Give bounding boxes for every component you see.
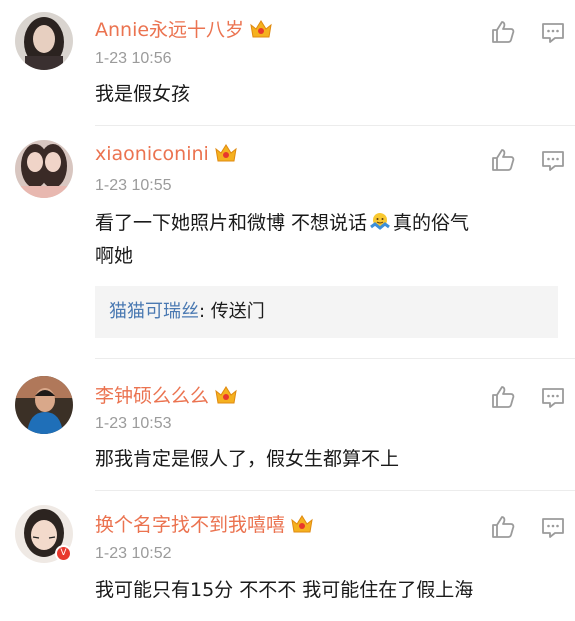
user-avatar[interactable] <box>15 12 73 70</box>
like-icon[interactable] <box>490 514 516 540</box>
reply-text: : 传送门 <box>199 301 265 322</box>
verified-badge-icon: V <box>55 545 72 562</box>
username[interactable]: 换个名字找不到我嘻嘻 <box>95 510 314 537</box>
crown-badge-icon <box>215 144 237 162</box>
comment-icon[interactable] <box>541 149 565 173</box>
username[interactable]: Annie永远十八岁 <box>95 15 273 42</box>
comment-text: 我是假女孩 <box>95 83 191 105</box>
comment-time: 1-23 10:55 <box>95 177 172 194</box>
comment-icon[interactable] <box>541 516 565 540</box>
reply-username[interactable]: 猫猫可瑞丝 <box>109 301 199 322</box>
reply-box[interactable]: 猫猫可瑞丝: 传送门 <box>95 286 558 338</box>
crown-badge-icon <box>250 20 272 38</box>
like-icon[interactable] <box>490 19 516 45</box>
comment-text: 看了一下她照片和微博 不想说话 真的俗气 啊她 <box>95 212 470 267</box>
user-avatar[interactable] <box>15 376 73 434</box>
username[interactable]: 李钟硕么么么 <box>95 381 238 408</box>
user-avatar[interactable] <box>15 140 73 198</box>
comment-icon[interactable] <box>541 386 565 410</box>
comment-time: 1-23 10:56 <box>95 50 172 67</box>
divider <box>95 358 575 359</box>
username[interactable]: xiaoniconini <box>95 143 238 165</box>
comment-time: 1-23 10:53 <box>95 415 172 432</box>
divider <box>95 490 575 491</box>
comment-text: 那我肯定是假人了，假女生都算不上 <box>95 448 400 470</box>
comment-time: 1-23 10:52 <box>95 545 172 562</box>
divider <box>95 125 575 126</box>
like-icon[interactable] <box>490 147 516 173</box>
shrug-emoji-icon <box>370 213 390 230</box>
crown-badge-icon <box>291 515 313 533</box>
comment-text: 我可能只有15分 不不不 我可能住在了假上海 <box>95 579 474 601</box>
like-icon[interactable] <box>490 384 516 410</box>
crown-badge-icon <box>215 386 237 404</box>
comment-icon[interactable] <box>541 21 565 45</box>
